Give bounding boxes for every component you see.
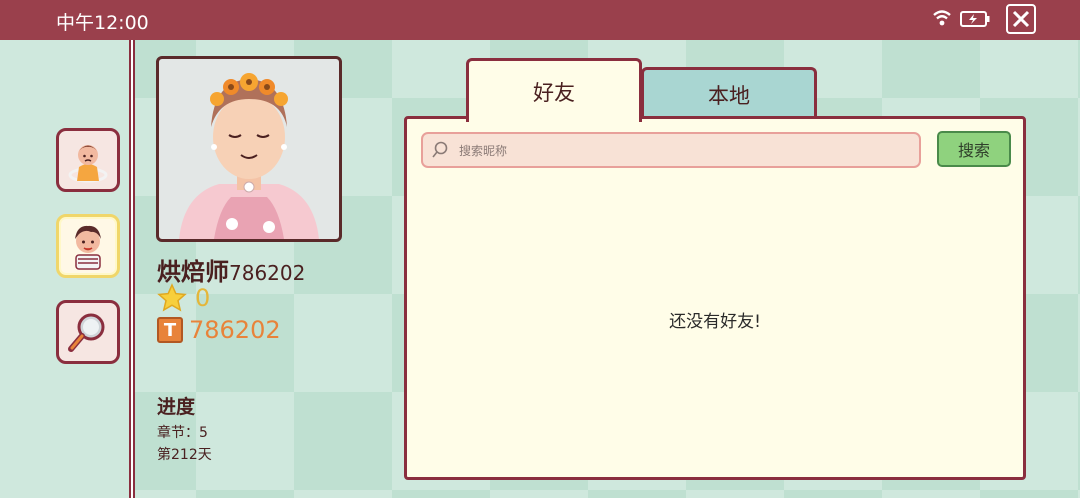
characters-button[interactable]	[56, 128, 120, 192]
coin-icon-glyph: T	[163, 319, 177, 341]
search-submit-button[interactable]: 搜索	[937, 131, 1011, 167]
close-icon	[1012, 10, 1030, 28]
status-bar: 中午12:00	[0, 0, 1080, 40]
baker-portrait-icon	[179, 73, 319, 239]
close-button[interactable]	[1006, 4, 1036, 34]
wifi-icon	[933, 10, 951, 26]
magnifier-icon	[68, 313, 105, 352]
tab-friends[interactable]: 好友	[466, 58, 642, 122]
coins-count: 786202	[189, 316, 281, 344]
coin-icon: T	[157, 317, 183, 343]
battery-icon	[960, 11, 990, 27]
search-input[interactable]: 搜索昵称	[421, 132, 921, 168]
player-name: 烘焙师786202	[157, 252, 305, 287]
friends-panel: 搜索昵称 搜索 还没有好友!	[404, 116, 1026, 480]
avatar	[156, 56, 342, 242]
kid-avatar-icon	[68, 145, 108, 183]
day-value: 第212天	[157, 447, 212, 463]
search-placeholder: 搜索昵称	[459, 143, 508, 158]
profile-button[interactable]	[56, 214, 120, 278]
search-button[interactable]	[56, 300, 120, 364]
progress-title: 进度	[157, 396, 196, 418]
player-name-text: 烘焙师	[157, 258, 229, 286]
empty-friends-message: 还没有好友!	[669, 312, 761, 332]
tab-local[interactable]: 本地	[641, 67, 817, 119]
boy-avatar-icon	[75, 225, 101, 270]
status-time: 中午12:00	[56, 12, 149, 34]
stars-count: 0	[195, 284, 211, 312]
player-id: 786202	[229, 261, 306, 285]
sidebar-divider	[129, 40, 135, 498]
coins-row: T 786202	[157, 316, 281, 344]
left-sidebar	[0, 40, 129, 498]
star-icon	[157, 283, 187, 312]
search-icon	[432, 141, 448, 158]
chapter-value: 章节：5	[157, 425, 208, 441]
stars-row: 0	[157, 283, 210, 313]
